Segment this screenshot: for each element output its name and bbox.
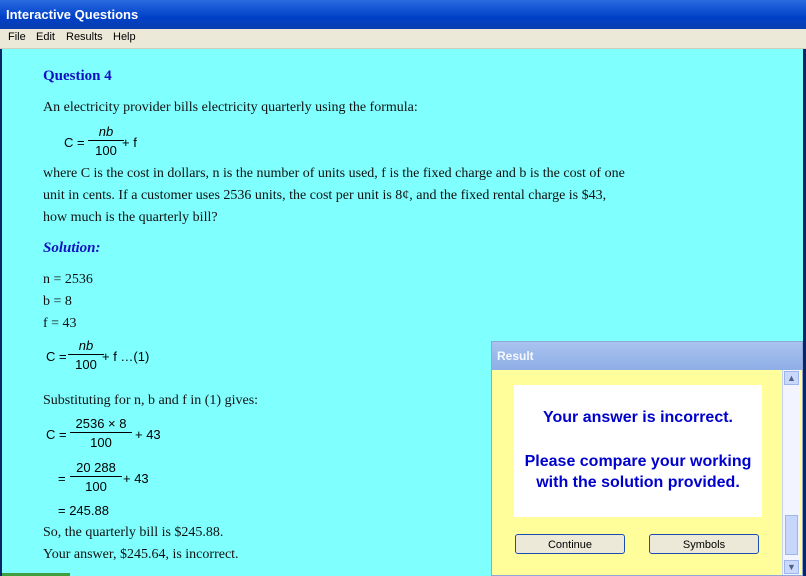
continue-button[interactable]: Continue <box>515 534 625 554</box>
menu-help[interactable]: Help <box>113 31 136 43</box>
menu-edit[interactable]: Edit <box>36 31 55 43</box>
result-message: Your answer is incorrect. <box>543 409 733 426</box>
scroll-up-icon[interactable]: ▲ <box>784 371 799 385</box>
scroll-thumb[interactable] <box>785 515 798 555</box>
dialog-title: Result <box>497 349 534 363</box>
menu-file[interactable]: File <box>8 31 26 43</box>
scroll-down-icon[interactable]: ▼ <box>784 560 799 574</box>
formula-denominator: 100 <box>95 143 117 158</box>
step1-rest: + 43 <box>135 427 161 442</box>
solution-n: n = 2536 <box>43 272 93 287</box>
user-answer-line: Your answer, $245.64, is incorrect. <box>43 547 239 562</box>
step2-lhs: = <box>58 471 66 486</box>
step3: = 245.88 <box>58 503 109 518</box>
formula-lhs: C = <box>64 135 85 150</box>
symbols-button[interactable]: Symbols <box>649 534 759 554</box>
result-message-box: Your answer is incorrect. Please compare… <box>514 385 762 517</box>
question-heading: Question 4 <box>43 68 112 84</box>
formula-fraction: nb 100 <box>88 124 124 158</box>
solution-heading: Solution: <box>43 240 101 256</box>
substitution-line: Substituting for n, b and f in (1) gives… <box>43 393 259 408</box>
step1-lhs: C = <box>46 427 67 442</box>
eq1-numerator: nb <box>78 338 94 353</box>
step1-numerator: 2536 × 8 <box>70 416 132 433</box>
result-dialog: Result Your answer is incorrect. Please … <box>491 341 803 576</box>
menu-results[interactable]: Results <box>66 31 103 43</box>
formula-rest: + f <box>122 135 137 150</box>
answer-line: So, the quarterly bill is $245.88. <box>43 525 224 540</box>
step2-denominator: 100 <box>85 479 107 494</box>
eq1-rest: + f …(1) <box>102 349 150 364</box>
question-body-line3: how much is the quarterly bill? <box>43 210 218 225</box>
step2-numerator: 20 288 <box>70 460 122 477</box>
formula-numerator: nb <box>98 124 114 139</box>
eq1-denominator: 100 <box>75 357 97 372</box>
dialog-scrollbar[interactable]: ▲ ▼ <box>782 370 800 575</box>
step2-rest: + 43 <box>123 471 149 486</box>
result-instruction: Please compare your working with the sol… <box>524 453 752 491</box>
solution-f: f = 43 <box>43 316 77 331</box>
question-body-line1: where C is the cost in dollars, n is the… <box>43 166 625 181</box>
question-body-line2: unit in cents. If a customer uses 2536 u… <box>43 188 607 203</box>
title-bar: Interactive Questions <box>0 0 806 29</box>
step2-fraction: 20 288 100 <box>70 460 122 494</box>
dialog-title-bar: Result <box>492 342 802 370</box>
question-intro: An electricity provider bills electricit… <box>43 100 418 115</box>
solution-b: b = 8 <box>43 294 72 309</box>
window-title: Interactive Questions <box>6 7 139 22</box>
menu-bar: File Edit Results Help <box>0 29 806 49</box>
step1-denominator: 100 <box>90 435 112 450</box>
eq1-lhs: C = <box>46 349 67 364</box>
step1-fraction: 2536 × 8 100 <box>70 416 132 450</box>
eq1-fraction: nb 100 <box>68 338 104 372</box>
